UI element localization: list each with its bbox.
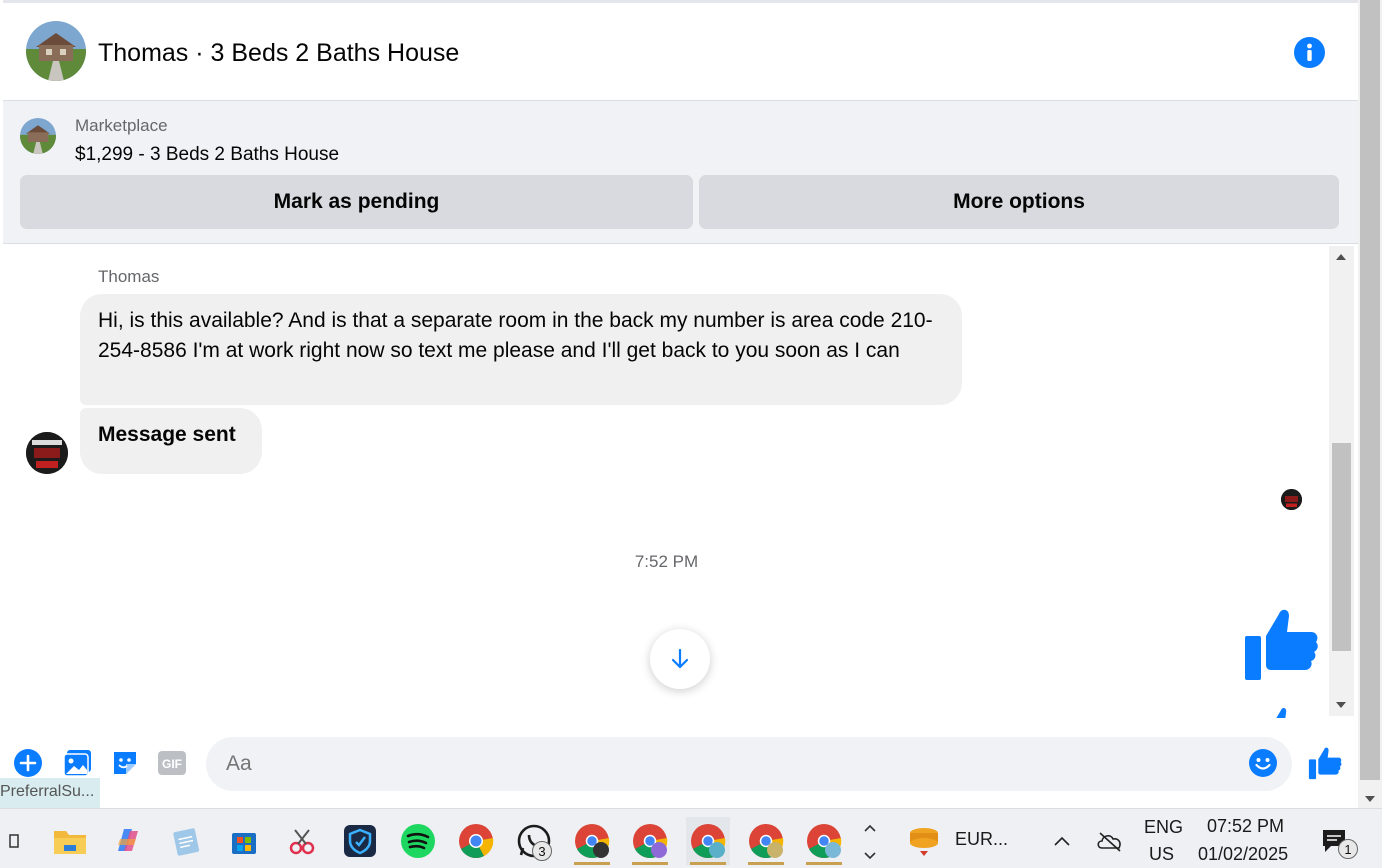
thumbs-up-icon[interactable] <box>1243 606 1319 682</box>
listing-avatar[interactable] <box>26 21 86 81</box>
chrome-profile-icon[interactable] <box>802 817 846 865</box>
scroll-down-arrow[interactable] <box>1336 702 1346 708</box>
running-indicator <box>690 862 726 865</box>
chevron-up-icon[interactable] <box>1040 817 1084 865</box>
coins-app-icon[interactable] <box>902 817 946 865</box>
whatsapp-badge: 3 <box>532 841 552 861</box>
microsoft-store-icon[interactable] <box>222 817 266 865</box>
marketplace-item-title[interactable]: $1,299 - 3 Beds 2 Baths House <box>75 144 339 166</box>
taskbar-partial-icon[interactable] <box>0 817 32 865</box>
sender-name: Thomas <box>98 267 160 286</box>
svg-text:GIF: GIF <box>162 757 182 771</box>
marketplace-card: Marketplace $1,299 - 3 Beds 2 Baths Hous… <box>3 100 1358 244</box>
marketplace-item-thumbnail[interactable] <box>20 118 56 154</box>
scroll-to-bottom-button[interactable] <box>650 629 710 689</box>
scroll-up-arrow[interactable] <box>1336 254 1346 260</box>
message-input[interactable] <box>206 737 1292 791</box>
running-indicator <box>806 862 842 865</box>
message-composer: GIF <box>3 718 1358 808</box>
notification-badge: 1 <box>1338 839 1358 859</box>
plus-icon[interactable] <box>13 748 43 778</box>
running-indicator <box>748 862 784 865</box>
chrome-profile-icon[interactable] <box>628 817 672 865</box>
copilot-icon[interactable] <box>106 817 150 865</box>
windows-taskbar: 3 EUR... ENG US 07:52 PM 01/02/2025 1 <box>0 808 1382 868</box>
clock-date[interactable]: 01/02/2025 <box>1198 844 1288 865</box>
chrome-icon[interactable] <box>454 817 498 865</box>
page-scrollbar[interactable] <box>1358 0 1382 808</box>
taskbar-scroll-arrows[interactable] <box>858 817 882 865</box>
thumbs-up-icon <box>1262 706 1302 718</box>
input-language[interactable]: ENG <box>1144 817 1183 838</box>
conversation-header: Thomas · 3 Beds 2 Baths House <box>3 0 1358 100</box>
message-timestamp: 7:52 PM <box>634 552 699 571</box>
notepad-icon[interactable] <box>164 817 208 865</box>
photo-icon[interactable] <box>63 748 93 778</box>
page-scrollbar-thumb[interactable] <box>1360 0 1380 780</box>
input-region[interactable]: US <box>1149 844 1174 865</box>
page-scroll-down-arrow[interactable] <box>1365 796 1375 802</box>
info-icon[interactable] <box>1294 37 1325 68</box>
message-bubble[interactable]: Hi, is this available? And is that a sep… <box>80 294 962 405</box>
sender-avatar[interactable] <box>26 432 68 474</box>
conversation-scrollbar[interactable] <box>1329 246 1354 716</box>
clock-time[interactable]: 07:52 PM <box>1207 816 1284 837</box>
conversation-title: Thomas · 3 Beds 2 Baths House <box>98 39 460 67</box>
thumbs-up-icon <box>1308 747 1342 780</box>
status-tooltip: PreferralSu... <box>0 778 100 808</box>
file-explorer-icon[interactable] <box>48 817 92 865</box>
sticker-icon[interactable] <box>110 748 140 778</box>
messenger-window: Thomas · 3 Beds 2 Baths House Marketplac… <box>0 0 1382 868</box>
running-indicator <box>632 862 668 865</box>
emoji-icon[interactable] <box>1248 748 1278 778</box>
snipping-tool-icon[interactable] <box>280 817 324 865</box>
chrome-profile-icon[interactable] <box>570 817 614 865</box>
chrome-profile-icon[interactable] <box>744 817 788 865</box>
notification-center-icon[interactable]: 1 <box>1312 817 1358 865</box>
running-indicator <box>574 862 610 865</box>
whatsapp-icon[interactable]: 3 <box>512 817 556 865</box>
scrollbar-thumb[interactable] <box>1332 443 1351 651</box>
spotify-icon[interactable] <box>396 817 440 865</box>
mark-as-pending-button[interactable]: Mark as pending <box>20 175 693 229</box>
tray-app-label[interactable]: EUR... <box>955 829 1008 850</box>
security-app-icon[interactable] <box>338 817 382 865</box>
more-options-button[interactable]: More options <box>699 175 1339 229</box>
send-like-button[interactable] <box>1308 746 1342 780</box>
message-bubble[interactable]: Message sent <box>80 408 262 474</box>
gif-icon[interactable]: GIF <box>157 748 187 778</box>
chrome-profile-icon[interactable] <box>686 817 730 865</box>
read-receipt-avatar <box>1281 489 1302 510</box>
arrow-down-icon <box>671 648 689 669</box>
marketplace-label: Marketplace <box>75 116 168 135</box>
onedrive-offline-icon[interactable] <box>1088 817 1132 865</box>
